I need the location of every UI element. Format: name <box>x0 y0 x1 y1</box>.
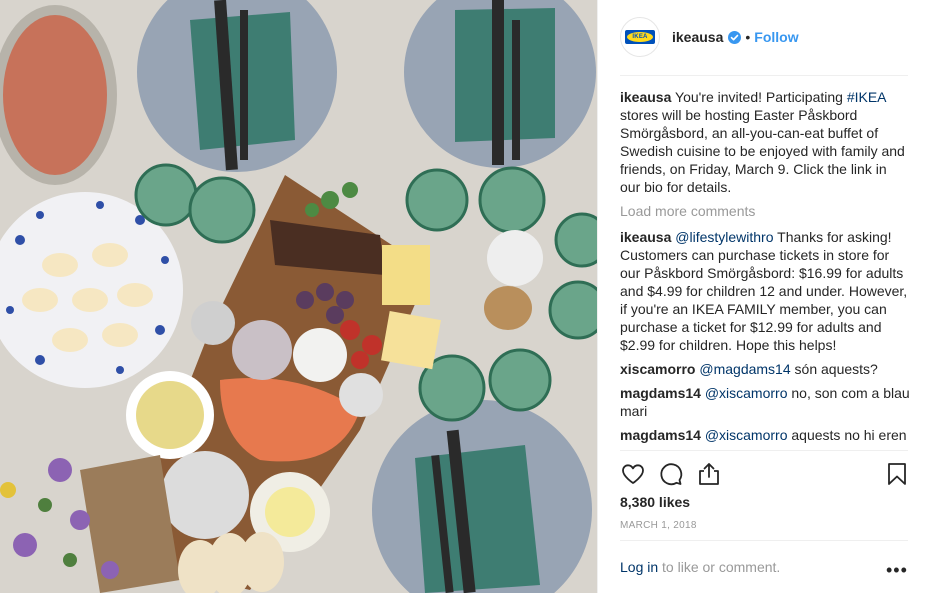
load-more-comments-button[interactable]: Load more comments <box>620 202 910 220</box>
share-icon[interactable] <box>696 461 722 487</box>
comment-username[interactable]: ikeausa <box>620 229 671 245</box>
mention-link[interactable]: @lifestylewithro <box>675 229 773 245</box>
comment-text: Thanks for asking! Customers can purchas… <box>620 229 908 353</box>
separator-dot: • <box>745 29 751 45</box>
action-bar <box>620 461 910 487</box>
footer-divider <box>620 540 908 541</box>
header-username[interactable]: ikeausa <box>672 29 723 45</box>
food-table-image <box>0 0 597 593</box>
login-link[interactable]: Log in <box>620 559 658 575</box>
verified-badge-icon <box>728 30 742 44</box>
comment-username[interactable]: ikeausa <box>620 89 671 105</box>
heart-icon[interactable] <box>620 461 646 487</box>
comment-username[interactable]: magdams14 <box>620 385 701 401</box>
more-options-button[interactable]: ••• <box>886 560 908 581</box>
ikea-logo-text: IKEA <box>627 32 653 42</box>
comment-icon[interactable] <box>658 461 684 487</box>
actions-divider <box>620 450 908 451</box>
header-divider <box>620 75 908 76</box>
login-prompt-text: to like or comment. <box>658 559 781 575</box>
caption: ikeausa You're invited! Participating #I… <box>620 88 910 196</box>
post-header: IKEA ikeausa • Follow <box>620 15 908 59</box>
comment-username[interactable]: magdams14 <box>620 427 701 443</box>
comment-item: xiscamorro @magdams14 són aquests? <box>620 360 910 378</box>
comments-list: ikeausa You're invited! Participating #I… <box>620 88 910 450</box>
follow-button[interactable]: Follow <box>754 29 798 45</box>
hashtag-link[interactable]: #IKEA <box>847 89 886 105</box>
post-date: MARCH 1, 2018 <box>620 520 697 531</box>
comment-item: ikeausa @lifestylewithro Thanks for aski… <box>620 228 910 354</box>
mention-link[interactable]: @magdams14 <box>699 361 790 377</box>
likes-count[interactable]: 8,380 likes <box>620 494 690 510</box>
comment-item: magdams14 @xiscamorro aquests no hi eren <box>620 426 910 444</box>
comment-text: aquests no hi eren <box>787 427 907 443</box>
login-prompt: Log in to like or comment. <box>620 559 910 575</box>
post-sidebar: IKEA ikeausa • Follow ikeausa You're inv… <box>597 0 927 593</box>
caption-text: stores will be hosting Easter Påskbord S… <box>620 107 905 195</box>
avatar[interactable]: IKEA <box>620 17 660 57</box>
comment-item: magdams14 @xiscamorro no, son com a blau… <box>620 384 910 420</box>
comment-text: són aquests? <box>790 361 878 377</box>
ikea-logo: IKEA <box>625 30 655 44</box>
post-photo[interactable] <box>0 0 597 593</box>
comment-username[interactable]: xiscamorro <box>620 361 695 377</box>
mention-link[interactable]: @xiscamorro <box>705 427 788 443</box>
bookmark-icon[interactable] <box>884 461 910 487</box>
caption-text: You're invited! Participating <box>671 89 847 105</box>
mention-link[interactable]: @xiscamorro <box>705 385 788 401</box>
